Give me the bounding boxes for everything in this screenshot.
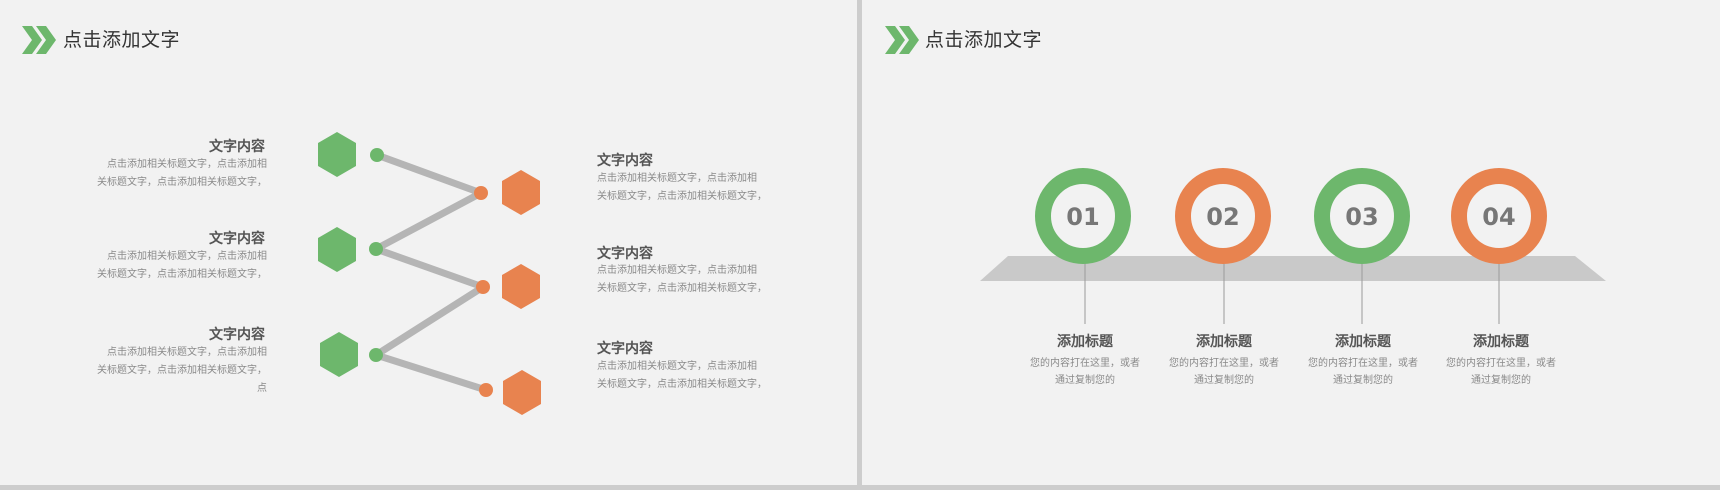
left-item-text: 点击添加相关标题文字，点击添加相 关标题文字，点击添加相关标题文字，点 [97, 347, 267, 394]
step-title: 添加标题 [1196, 334, 1252, 350]
hexagon-orange-2 [502, 264, 540, 309]
step-desc: 您的内容打在这里，或者 通过复制您的 [1030, 358, 1140, 386]
step-title: 添加标题 [1473, 334, 1529, 350]
step-title: 添加标题 [1057, 334, 1113, 350]
node-dot-orange-3 [479, 383, 493, 397]
step-circle-2: 02 [1175, 168, 1271, 264]
right-item-text: 点击添加相关标题文字，点击添加相 关标题文字，点击添加相关标题文字， [597, 173, 767, 202]
hexagon-green-3 [320, 332, 358, 377]
node-dot-green-2 [369, 242, 383, 256]
right-item-heading: 文字内容 [597, 341, 653, 357]
zigzag-connectors [372, 151, 490, 394]
left-item-heading: 文字内容 [209, 231, 265, 247]
slide-right: 点击添加文字 01 02 03 04 添加标题 您的内容打在这里，或者 通过复制… [862, 0, 1720, 485]
left-item-heading: 文字内容 [209, 327, 265, 343]
right-item-heading: 文字内容 [597, 153, 653, 169]
hexagon-green-1 [318, 132, 356, 177]
step-desc: 您的内容打在这里，或者 通过复制您的 [1446, 358, 1556, 386]
node-dot-orange-2 [476, 280, 490, 294]
slide-left: 点击添加文字 文字内容 点击添加相关标题文字，点击添加相 关标题文字，点击添加相关… [0, 0, 857, 485]
step-desc: 您的内容打在这里，或者 通过复制您的 [1308, 358, 1418, 386]
hexagon-orange-3 [503, 370, 541, 415]
step-desc: 您的内容打在这里，或者 通过复制您的 [1169, 358, 1279, 386]
step-circle-1: 01 [1035, 168, 1131, 264]
step-title: 添加标题 [1335, 334, 1391, 350]
node-dot-green-1 [370, 148, 384, 162]
steps-diagram: 01 02 03 04 [980, 168, 1606, 324]
node-dot-green-3 [369, 348, 383, 362]
node-dot-orange-1 [474, 186, 488, 200]
hexagon-green-2 [318, 227, 356, 272]
right-item-text: 点击添加相关标题文字，点击添加相 关标题文字，点击添加相关标题文字， [597, 361, 767, 390]
hexagon-orange-1 [502, 170, 540, 215]
step-number: 03 [1345, 203, 1378, 231]
left-item-text: 点击添加相关标题文字，点击添加相 关标题文字，点击添加相关标题文字， [97, 251, 267, 280]
step-number: 01 [1066, 203, 1099, 231]
step-circle-3: 03 [1314, 168, 1410, 264]
step-number: 04 [1482, 203, 1515, 231]
left-item-text: 点击添加相关标题文字，点击添加相 关标题文字，点击添加相关标题文字， [97, 159, 267, 188]
left-item-heading: 文字内容 [209, 139, 265, 155]
right-item-heading: 文字内容 [597, 246, 653, 262]
step-number: 02 [1206, 203, 1239, 231]
right-item-text: 点击添加相关标题文字，点击添加相 关标题文字，点击添加相关标题文字， [597, 265, 767, 294]
step-circle-4: 04 [1451, 168, 1547, 264]
